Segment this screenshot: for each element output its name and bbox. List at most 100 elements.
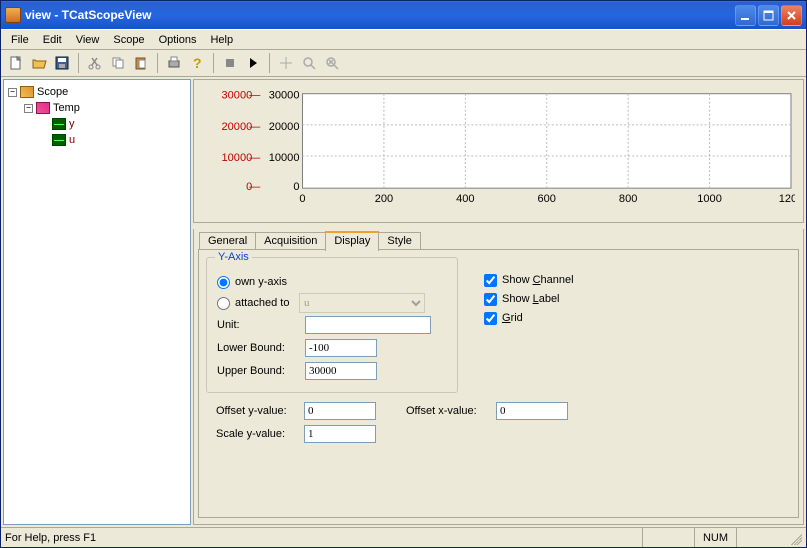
own-y-axis-label: own y-axis (235, 276, 287, 288)
tab-display[interactable]: Display (325, 231, 379, 251)
grid-label: Grid (502, 312, 523, 324)
scale-y-input[interactable] (304, 425, 376, 443)
app-window: view - TCatScopeView File Edit View Scop… (0, 0, 807, 548)
svg-text:10000: 10000 (269, 152, 300, 164)
app-icon (5, 7, 21, 23)
cursor-button[interactable] (275, 52, 297, 74)
expand-icon[interactable]: − (24, 104, 33, 113)
toolbar-separator (157, 53, 158, 73)
svg-text:—: — (249, 152, 261, 164)
channel-icon (52, 134, 66, 146)
svg-text:600: 600 (538, 193, 556, 205)
offset-y-label: Offset y-value: (216, 405, 304, 417)
attached-to-select[interactable]: u (299, 293, 425, 313)
minimize-button[interactable] (735, 5, 756, 26)
right-panel: 30000— 20000— 10000— 0— 30000 20000 1000… (193, 79, 804, 525)
play-button[interactable] (242, 52, 264, 74)
svg-text:200: 200 (375, 193, 393, 205)
toolbar-separator (269, 53, 270, 73)
menu-scope[interactable]: Scope (106, 33, 151, 47)
statusbar: For Help, press F1 NUM (1, 527, 806, 547)
scope-icon (20, 86, 34, 98)
scale-y-label: Scale y-value: (216, 428, 304, 440)
resize-grip-icon[interactable] (788, 531, 802, 545)
svg-text:30000: 30000 (269, 90, 300, 102)
expand-icon[interactable]: − (8, 88, 17, 97)
offset-x-label: Offset x-value: (406, 405, 496, 417)
svg-text:30000: 30000 (222, 90, 253, 102)
svg-text:800: 800 (619, 193, 637, 205)
cut-button[interactable] (84, 52, 106, 74)
svg-text:—: — (249, 121, 261, 133)
attached-to-label: attached to (235, 297, 299, 309)
tree-label[interactable]: y (69, 118, 75, 130)
groupbox-label: Y-Axis (215, 251, 252, 263)
offset-y-input[interactable] (304, 402, 376, 420)
svg-text:20000: 20000 (222, 121, 253, 133)
svg-text:—: — (249, 90, 261, 102)
copy-button[interactable] (107, 52, 129, 74)
y-axis-group: Y-Axis own y-axis attached to u (206, 257, 458, 393)
unit-input[interactable] (305, 316, 431, 334)
svg-text:1200: 1200 (779, 193, 795, 205)
temp-icon (36, 102, 50, 114)
tab-style[interactable]: Style (378, 232, 420, 250)
zoom-reset-button[interactable] (321, 52, 343, 74)
status-num: NUM (694, 528, 736, 547)
menubar: File Edit View Scope Options Help (1, 29, 806, 49)
close-button[interactable] (781, 5, 802, 26)
titlebar: view - TCatScopeView (1, 1, 806, 29)
lower-bound-label: Lower Bound: (217, 342, 305, 354)
tabs: General Acquisition Display Style (194, 229, 803, 250)
own-y-axis-radio[interactable] (217, 276, 230, 289)
svg-text:20000: 20000 (269, 121, 300, 133)
tab-acquisition[interactable]: Acquisition (255, 232, 326, 250)
menu-help[interactable]: Help (203, 33, 240, 47)
tree-label[interactable]: Temp (53, 102, 80, 114)
channel-icon (52, 118, 66, 130)
unit-label: Unit: (217, 319, 305, 331)
svg-text:1000: 1000 (697, 193, 722, 205)
svg-text:0: 0 (299, 193, 305, 205)
zoom-button[interactable] (298, 52, 320, 74)
chart: 30000— 20000— 10000— 0— 30000 20000 1000… (202, 88, 795, 220)
tab-general[interactable]: General (199, 232, 256, 250)
show-label-label: Show Label (502, 293, 560, 305)
window-title: view - TCatScopeView (25, 8, 735, 22)
properties-panel: General Acquisition Display Style Y-Axis… (193, 229, 804, 525)
maximize-button[interactable] (758, 5, 779, 26)
print-button[interactable] (163, 52, 185, 74)
svg-text:0: 0 (293, 181, 299, 193)
tree-panel[interactable]: − Scope − Temp y u (3, 79, 191, 525)
upper-bound-input[interactable] (305, 362, 377, 380)
tree-label[interactable]: Scope (37, 86, 68, 98)
status-help-text: For Help, press F1 (5, 532, 96, 544)
show-channel-label: Show Channel (502, 274, 574, 286)
toolbar-separator (78, 53, 79, 73)
open-button[interactable] (28, 52, 50, 74)
show-label-checkbox[interactable] (484, 293, 497, 306)
chart-panel: 30000— 20000— 10000— 0— 30000 20000 1000… (193, 79, 804, 223)
upper-bound-label: Upper Bound: (217, 365, 305, 377)
grid-checkbox[interactable] (484, 312, 497, 325)
show-channel-checkbox[interactable] (484, 274, 497, 287)
stop-button[interactable] (219, 52, 241, 74)
lower-bound-input[interactable] (305, 339, 377, 357)
attached-to-radio[interactable] (217, 297, 230, 310)
toolbar-separator (213, 53, 214, 73)
svg-text:—: — (249, 181, 261, 193)
toolbar: ? (1, 49, 806, 77)
offset-x-input[interactable] (496, 402, 568, 420)
main-area: − Scope − Temp y u (1, 77, 806, 527)
paste-button[interactable] (130, 52, 152, 74)
menu-view[interactable]: View (69, 33, 107, 47)
svg-text:10000: 10000 (222, 152, 253, 164)
menu-options[interactable]: Options (152, 33, 204, 47)
tree-label[interactable]: u (69, 134, 75, 146)
display-tab-content: Y-Axis own y-axis attached to u (206, 257, 791, 510)
new-button[interactable] (5, 52, 27, 74)
help-button[interactable]: ? (186, 52, 208, 74)
save-button[interactable] (51, 52, 73, 74)
menu-edit[interactable]: Edit (36, 33, 69, 47)
menu-file[interactable]: File (4, 33, 36, 47)
